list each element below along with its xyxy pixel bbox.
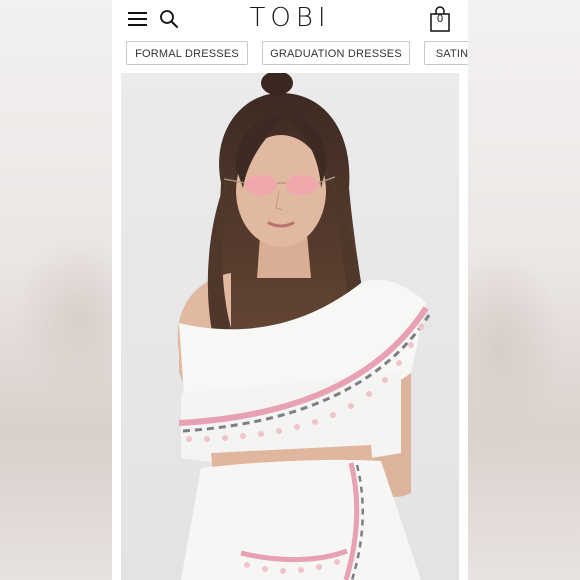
chip-satin[interactable]: SATIN	[424, 41, 468, 65]
cart-count: 0	[436, 13, 444, 25]
chip-graduation-dresses[interactable]: GRADUATION DRESSES	[262, 41, 410, 65]
model-illustration	[121, 73, 459, 580]
category-chip-bar[interactable]: FORMAL DRESSES GRADUATION DRESSES SATIN	[112, 41, 468, 67]
blurred-backdrop-left	[0, 0, 112, 580]
chip-formal-dresses[interactable]: FORMAL DRESSES	[126, 41, 248, 65]
app-frame: TOBI 0 FORMAL DRESSES GRADUATION DRESSES…	[112, 0, 468, 580]
top-header: TOBI 0	[112, 0, 468, 40]
blurred-backdrop-right	[468, 0, 580, 580]
product-photo[interactable]	[121, 73, 459, 580]
brand-logo[interactable]: TOBI	[112, 3, 468, 33]
